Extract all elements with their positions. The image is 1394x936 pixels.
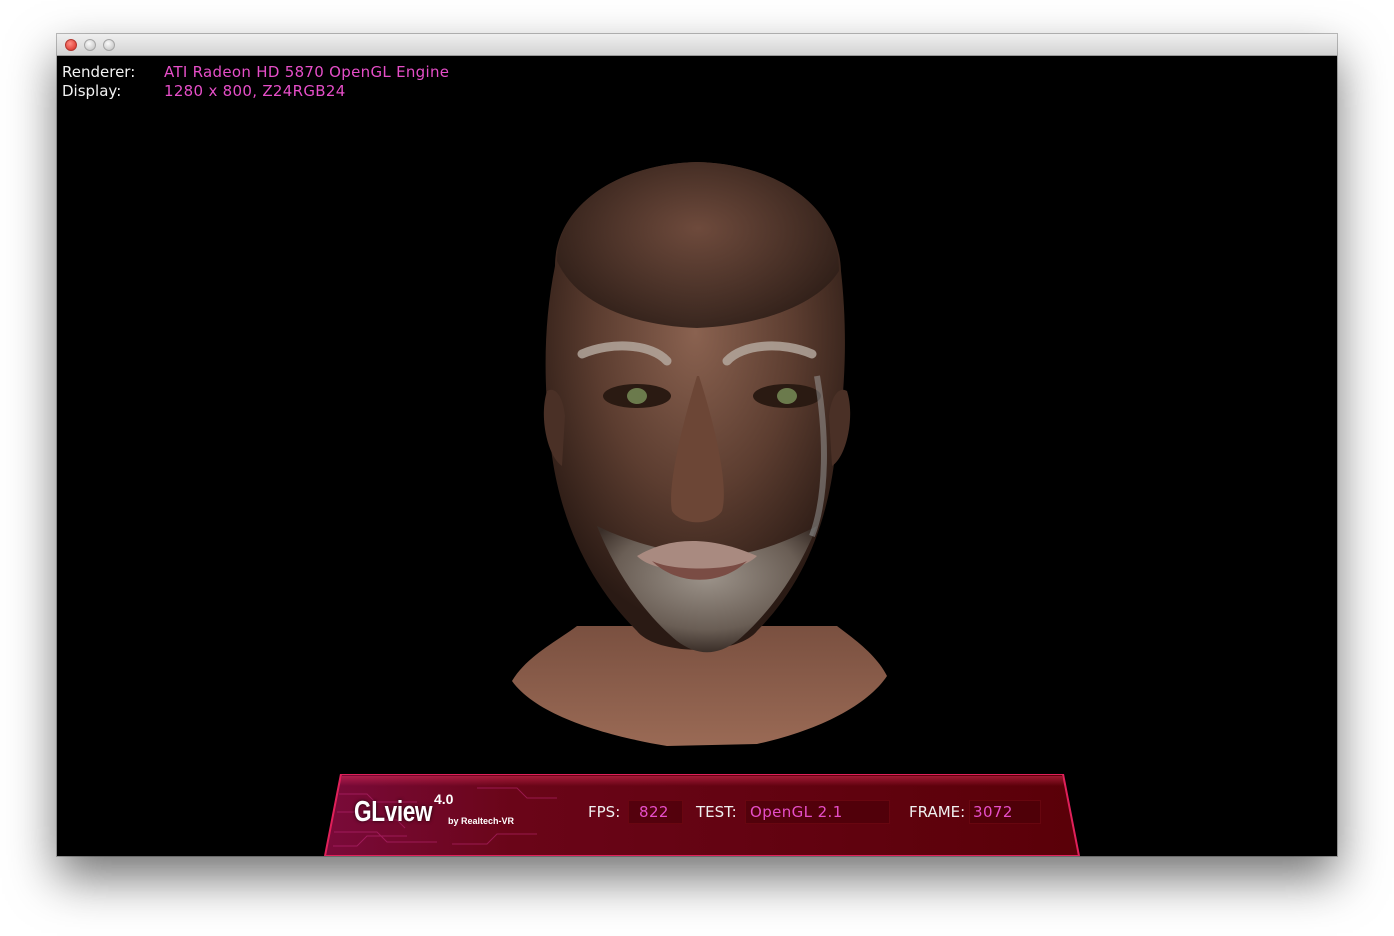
zoom-button[interactable] <box>103 39 115 51</box>
display-value: 1280 x 800, Z24RGB24 <box>164 82 346 100</box>
fps-label: FPS: <box>588 803 621 821</box>
glview-logo-title: GLview <box>354 796 433 828</box>
frame-label: FRAME: <box>909 803 966 821</box>
glview-logo-version: 4.0 <box>434 791 454 807</box>
frame-value: 3072 <box>973 803 1013 821</box>
test-value: OpenGL 2.1 <box>750 803 843 821</box>
renderer-value: ATI Radeon HD 5870 OpenGL Engine <box>164 63 450 81</box>
fps-value: 822 <box>639 803 669 821</box>
glview-logo-byline: by Realtech-VR <box>448 816 515 826</box>
renderer-info-overlay: Renderer: ATI Radeon HD 5870 OpenGL Engi… <box>62 63 449 101</box>
renderer-label: Renderer: <box>62 63 136 81</box>
head-model-render <box>512 162 887 746</box>
close-button[interactable] <box>65 39 77 51</box>
test-label: TEST: <box>696 803 737 821</box>
title-bar[interactable] <box>57 34 1337 56</box>
glview-window: Renderer: ATI Radeon HD 5870 OpenGL Engi… <box>57 34 1337 856</box>
minimize-button[interactable] <box>84 39 96 51</box>
display-label: Display: <box>62 82 122 100</box>
benchmark-hud: GLview 4.0 by Realtech-VR FPS: 822 TEST:… <box>57 774 1337 856</box>
opengl-viewport[interactable]: Renderer: ATI Radeon HD 5870 OpenGL Engi… <box>57 56 1337 856</box>
